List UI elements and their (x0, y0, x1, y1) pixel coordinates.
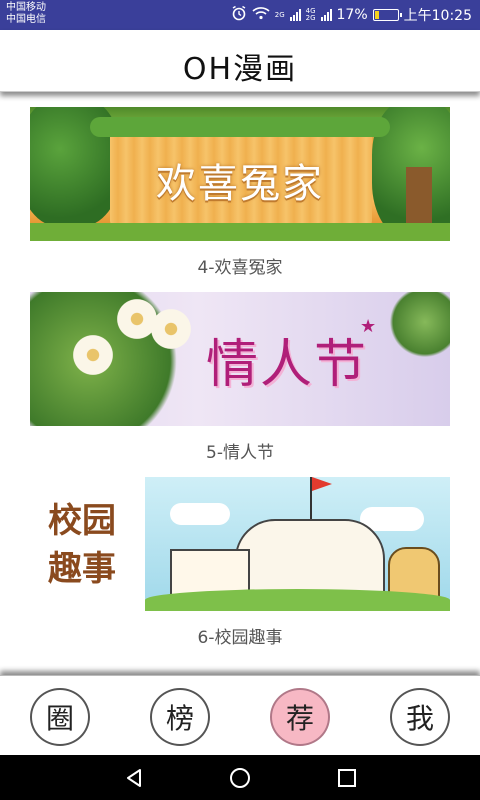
battery-fill (374, 11, 379, 19)
nav-label: 荐 (285, 702, 314, 735)
status-bar: 中国移动 中国电信 2G 4G 2G 17% 上午10:25 (0, 0, 480, 30)
banner-decoration (30, 223, 450, 241)
alarm-icon (231, 5, 247, 25)
nav-label: 圈 (45, 702, 74, 735)
app-bar: OH漫画 (0, 30, 480, 92)
carrier-info: 中国移动 中国电信 (6, 2, 46, 26)
nav-button-ranking[interactable]: 榜 (150, 688, 210, 746)
comic-banner[interactable]: ★ 情人节 (30, 292, 450, 426)
banner-decoration (145, 589, 450, 611)
back-icon[interactable] (122, 766, 146, 790)
nav-button-me[interactable]: 我 (390, 688, 450, 746)
cloud-icon (170, 503, 230, 525)
signal-icon (320, 9, 332, 21)
network-type-1: 2G (274, 10, 285, 19)
bottom-nav: 圈 榜 荐 我 (0, 675, 480, 755)
banner-title: 校园趣事 (48, 501, 116, 589)
app-title: OH漫画 (182, 52, 298, 87)
nav-button-circle[interactable]: 圈 (30, 688, 90, 746)
flower-icon (70, 332, 116, 378)
carrier-1: 中国移动 (6, 2, 46, 13)
nav-label: 榜 (165, 702, 194, 735)
flag-icon (310, 477, 332, 519)
wifi-icon (252, 6, 270, 24)
home-icon[interactable] (228, 766, 252, 790)
screen: 中国移动 中国电信 2G 4G 2G 17% 上午10:25 OH漫画 欢喜冤家… (0, 0, 480, 800)
battery-icon (372, 9, 402, 21)
status-indicators: 2G 4G 2G 17% 上午10:25 (231, 4, 472, 26)
comic-card[interactable]: 校园趣事 6-校园趣事 (30, 477, 450, 648)
network-type-2: 4G 2G (305, 7, 316, 22)
comic-banner[interactable]: 校园趣事 (30, 477, 450, 611)
nav-button-recommend[interactable]: 荐 (270, 688, 330, 746)
system-nav-bar (0, 755, 480, 800)
banner-title: 情人节 (206, 335, 369, 395)
banner-decoration (90, 117, 390, 137)
comic-caption[interactable]: 6-校园趣事 (30, 623, 450, 648)
comic-card[interactable]: ★ 情人节 5-情人节 (30, 292, 450, 463)
banner-decoration (390, 292, 450, 362)
nav-label: 我 (405, 702, 434, 735)
comic-caption[interactable]: 5-情人节 (30, 438, 450, 463)
carrier-2: 中国电信 (6, 14, 46, 25)
banner-title: 欢喜冤家 (156, 161, 324, 207)
comic-banner[interactable]: 欢喜冤家 (30, 107, 450, 241)
signal-icon (289, 9, 301, 21)
flower-icon (148, 306, 194, 352)
comic-card[interactable]: 欢喜冤家 4-欢喜冤家 (30, 107, 450, 278)
comic-caption[interactable]: 4-欢喜冤家 (30, 253, 450, 278)
recents-icon[interactable] (335, 766, 359, 790)
battery-percent: 17% (336, 7, 368, 23)
clock: 上午10:25 (403, 8, 472, 24)
comic-feed[interactable]: 欢喜冤家 4-欢喜冤家 ★ 情人节 5-情人节 校园趣事 6-校园趣事 (0, 92, 480, 675)
